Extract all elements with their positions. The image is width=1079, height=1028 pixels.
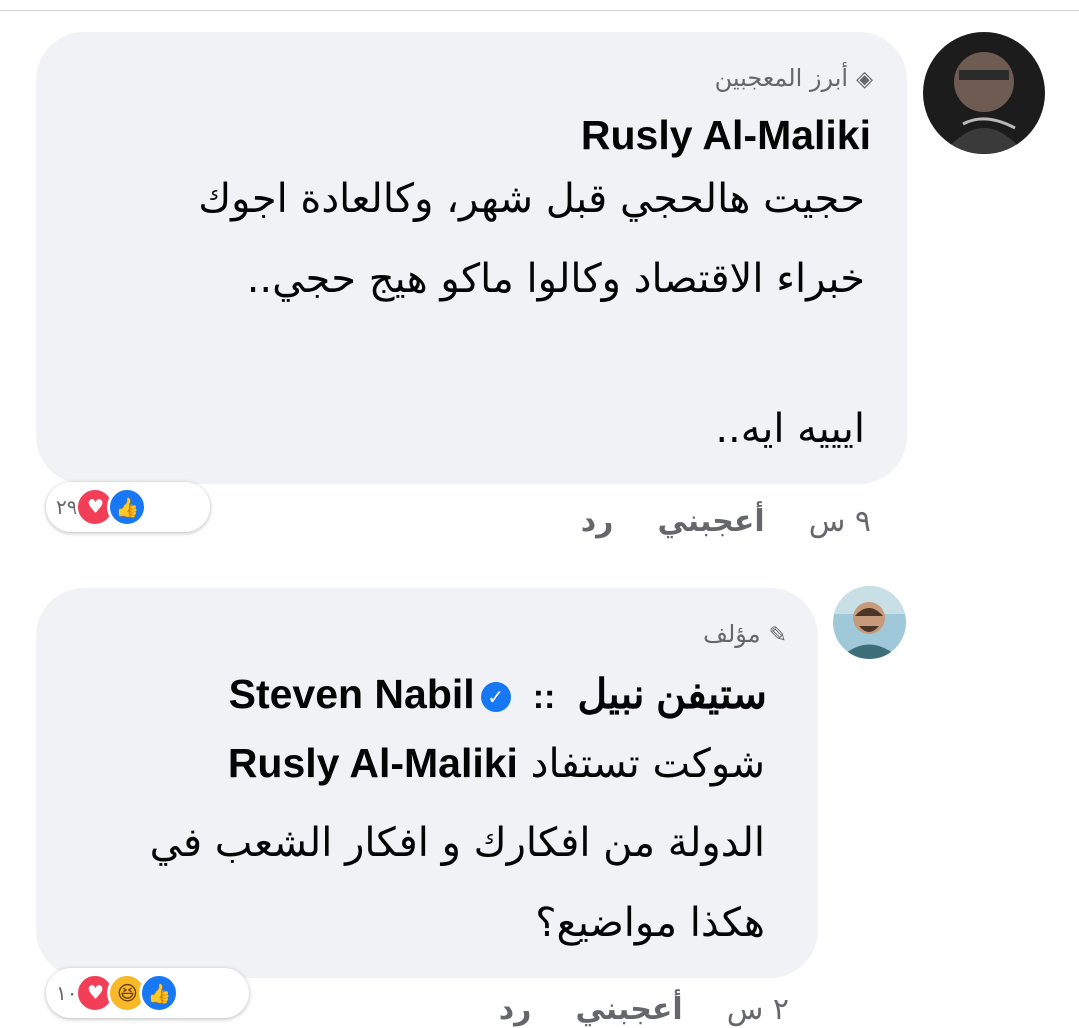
reply-button[interactable]: رد <box>499 992 532 1027</box>
reaction-summary[interactable]: ٢٩ ♥ 👍 <box>46 482 210 532</box>
comment-timestamp[interactable]: ٢ س <box>727 992 789 1027</box>
like-icon: 👍 <box>139 973 180 1013</box>
like-icon: 👍 <box>107 487 148 527</box>
like-button[interactable]: أعجبني <box>575 992 682 1027</box>
comment-text-line: حجيت هالحجي قبل شهر، وكالعادة اجوك <box>198 176 865 222</box>
comment-text-line: هكذا مواضيع؟ <box>535 900 765 946</box>
author-english-name-text: Steven Nabil <box>228 671 475 717</box>
comment-author[interactable]: Rusly Al-Maliki <box>581 112 871 159</box>
reaction-count: ١٠ <box>56 981 78 1005</box>
like-button[interactable]: أعجبني <box>657 504 764 539</box>
author-badge: ✎ مؤلف <box>703 620 787 648</box>
mention-link[interactable]: Rusly Al-Maliki <box>228 740 518 786</box>
avatar[interactable] <box>923 32 1045 154</box>
top-divider <box>0 10 1079 11</box>
comment-timestamp[interactable]: ٩ س <box>809 504 871 539</box>
author-english-name: ✓Steven Nabil <box>229 671 511 717</box>
comment-actions: ٢ س أعجبني رد <box>499 992 789 1027</box>
pencil-icon: ✎ <box>768 623 787 648</box>
reaction-summary[interactable]: ١٠ ♥ 😆 👍 <box>46 968 249 1018</box>
avatar-image <box>923 32 1045 154</box>
reaction-count: ٢٩ <box>56 495 78 519</box>
avatar[interactable] <box>833 586 906 659</box>
reply-button[interactable]: رد <box>581 504 614 539</box>
verified-icon: ✓ <box>480 682 511 713</box>
comment-text-line: شوكت تستفاد Rusly Al-Maliki <box>228 740 765 787</box>
name-separator: :: <box>532 678 556 716</box>
diamond-icon: ◈ <box>856 67 873 92</box>
badge-label: أبرز المعجبين <box>714 64 849 92</box>
comment-text-prefix: شوكت تستفاد <box>530 741 765 787</box>
top-fan-badge: ◈ أبرز المعجبين <box>715 64 873 92</box>
comment-text-line: الدولة من افكارك و افكار الشعب في <box>149 820 765 866</box>
comment-author-line: ستيفن نبيل::✓Steven Nabil <box>229 670 767 718</box>
avatar-image <box>833 586 906 659</box>
comment-actions: ٩ س أعجبني رد <box>581 504 871 539</box>
badge-label: مؤلف <box>703 620 761 648</box>
comment-text-line: خبراء الاقتصاد وكالوا ماكو هيج حجي.. <box>246 256 865 302</box>
comment-text-line: ايييه ايه.. <box>715 406 865 452</box>
comment-author[interactable]: ستيفن نبيل <box>577 671 767 717</box>
